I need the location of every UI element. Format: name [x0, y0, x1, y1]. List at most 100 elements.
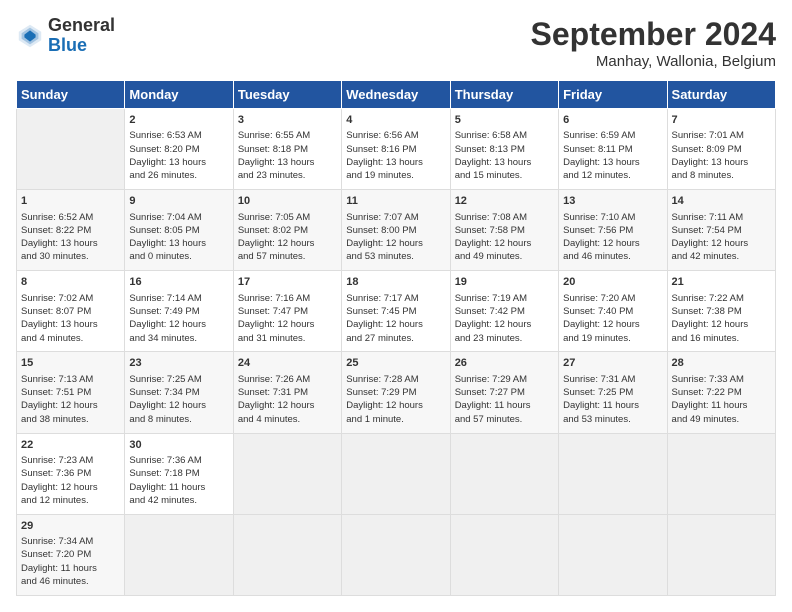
day-info: Sunset: 8:00 PM [346, 224, 445, 237]
table-cell: 3Sunrise: 6:55 AMSunset: 8:18 PMDaylight… [233, 109, 341, 190]
day-info: Sunrise: 6:55 AM [238, 129, 337, 142]
table-cell: 16Sunrise: 7:14 AMSunset: 7:49 PMDayligh… [125, 271, 233, 352]
day-info: and 8 minutes. [129, 413, 228, 426]
table-cell [450, 514, 558, 595]
day-info: and 46 minutes. [563, 250, 662, 263]
calendar-table: Sunday Monday Tuesday Wednesday Thursday… [16, 80, 776, 596]
day-number: 29 [21, 519, 120, 534]
day-info: and 57 minutes. [455, 413, 554, 426]
day-info: Sunrise: 7:25 AM [129, 373, 228, 386]
table-cell: 7Sunrise: 7:01 AMSunset: 8:09 PMDaylight… [667, 109, 775, 190]
day-info: and 23 minutes. [455, 332, 554, 345]
title-block: September 2024 Manhay, Wallonia, Belgium [531, 16, 776, 70]
table-cell [450, 433, 558, 514]
table-cell: 9Sunrise: 7:04 AMSunset: 8:05 PMDaylight… [125, 190, 233, 271]
day-info: Sunrise: 7:33 AM [672, 373, 771, 386]
day-info: and 27 minutes. [346, 332, 445, 345]
day-info: Sunrise: 7:19 AM [455, 292, 554, 305]
day-info: Sunset: 8:11 PM [563, 143, 662, 156]
day-info: Sunrise: 7:36 AM [129, 454, 228, 467]
day-info: and 23 minutes. [238, 169, 337, 182]
day-info: Sunset: 8:16 PM [346, 143, 445, 156]
day-info: and 42 minutes. [129, 494, 228, 507]
table-cell: 30Sunrise: 7:36 AMSunset: 7:18 PMDayligh… [125, 433, 233, 514]
table-row: 29Sunrise: 7:34 AMSunset: 7:20 PMDayligh… [17, 514, 776, 595]
day-info: and 38 minutes. [21, 413, 120, 426]
day-info: Sunrise: 7:20 AM [563, 292, 662, 305]
table-row: 15Sunrise: 7:13 AMSunset: 7:51 PMDayligh… [17, 352, 776, 433]
table-cell: 28Sunrise: 7:33 AMSunset: 7:22 PMDayligh… [667, 352, 775, 433]
day-number: 18 [346, 275, 445, 290]
table-row: 1Sunrise: 6:52 AMSunset: 8:22 PMDaylight… [17, 190, 776, 271]
day-info: Daylight: 13 hours [346, 156, 445, 169]
day-info: Sunset: 7:38 PM [672, 305, 771, 318]
day-info: and 8 minutes. [672, 169, 771, 182]
day-info: Daylight: 13 hours [563, 156, 662, 169]
day-info: Daylight: 12 hours [563, 318, 662, 331]
day-number: 19 [455, 275, 554, 290]
table-cell: 24Sunrise: 7:26 AMSunset: 7:31 PMDayligh… [233, 352, 341, 433]
day-info: Sunset: 7:40 PM [563, 305, 662, 318]
table-cell [342, 514, 450, 595]
col-saturday: Saturday [667, 81, 775, 109]
day-info: and 19 minutes. [563, 332, 662, 345]
day-info: Sunset: 8:09 PM [672, 143, 771, 156]
table-cell [342, 433, 450, 514]
day-info: and 4 minutes. [238, 413, 337, 426]
day-info: Daylight: 13 hours [238, 156, 337, 169]
col-tuesday: Tuesday [233, 81, 341, 109]
day-info: and 12 minutes. [563, 169, 662, 182]
table-cell: 22Sunrise: 7:23 AMSunset: 7:36 PMDayligh… [17, 433, 125, 514]
day-info: Daylight: 11 hours [21, 562, 120, 575]
table-cell: 6Sunrise: 6:59 AMSunset: 8:11 PMDaylight… [559, 109, 667, 190]
table-cell: 15Sunrise: 7:13 AMSunset: 7:51 PMDayligh… [17, 352, 125, 433]
day-info: Daylight: 12 hours [21, 399, 120, 412]
day-info: Sunset: 7:58 PM [455, 224, 554, 237]
table-cell: 23Sunrise: 7:25 AMSunset: 7:34 PMDayligh… [125, 352, 233, 433]
day-info: Sunset: 8:05 PM [129, 224, 228, 237]
day-info: Sunrise: 7:29 AM [455, 373, 554, 386]
day-info: Daylight: 11 hours [672, 399, 771, 412]
table-cell [559, 433, 667, 514]
day-info: and 46 minutes. [21, 575, 120, 588]
day-number: 23 [129, 356, 228, 371]
day-info: Daylight: 12 hours [672, 318, 771, 331]
table-cell: 25Sunrise: 7:28 AMSunset: 7:29 PMDayligh… [342, 352, 450, 433]
table-cell: 19Sunrise: 7:19 AMSunset: 7:42 PMDayligh… [450, 271, 558, 352]
day-info: Daylight: 12 hours [455, 318, 554, 331]
day-info: and 1 minute. [346, 413, 445, 426]
day-info: Sunset: 7:22 PM [672, 386, 771, 399]
day-info: Sunset: 7:29 PM [346, 386, 445, 399]
day-number: 13 [563, 194, 662, 209]
day-info: Daylight: 11 hours [129, 481, 228, 494]
day-info: Sunset: 7:20 PM [21, 548, 120, 561]
table-cell: 8Sunrise: 7:02 AMSunset: 8:07 PMDaylight… [17, 271, 125, 352]
day-info: and 16 minutes. [672, 332, 771, 345]
day-info: and 19 minutes. [346, 169, 445, 182]
day-info: and 31 minutes. [238, 332, 337, 345]
table-cell [125, 514, 233, 595]
table-cell [559, 514, 667, 595]
day-info: Sunset: 8:18 PM [238, 143, 337, 156]
day-info: Sunset: 7:27 PM [455, 386, 554, 399]
col-sunday: Sunday [17, 81, 125, 109]
day-number: 8 [21, 275, 120, 290]
logo: General Blue [16, 16, 115, 56]
day-info: Sunset: 7:51 PM [21, 386, 120, 399]
day-number: 17 [238, 275, 337, 290]
day-info: and 57 minutes. [238, 250, 337, 263]
day-number: 20 [563, 275, 662, 290]
day-info: Sunset: 7:25 PM [563, 386, 662, 399]
col-wednesday: Wednesday [342, 81, 450, 109]
table-row: 22Sunrise: 7:23 AMSunset: 7:36 PMDayligh… [17, 433, 776, 514]
table-cell: 11Sunrise: 7:07 AMSunset: 8:00 PMDayligh… [342, 190, 450, 271]
day-info: and 0 minutes. [129, 250, 228, 263]
day-info: Sunrise: 7:14 AM [129, 292, 228, 305]
logo-text: General Blue [48, 16, 115, 56]
day-info: Sunrise: 7:04 AM [129, 211, 228, 224]
day-info: and 15 minutes. [455, 169, 554, 182]
col-thursday: Thursday [450, 81, 558, 109]
day-info: Sunset: 7:36 PM [21, 467, 120, 480]
day-info: and 4 minutes. [21, 332, 120, 345]
day-info: Sunset: 7:49 PM [129, 305, 228, 318]
